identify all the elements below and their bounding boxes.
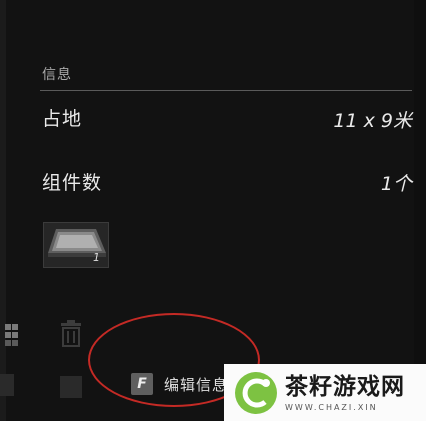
grid-view-icon[interactable] [0, 322, 18, 346]
item-count: 1 [93, 251, 100, 264]
dim-slot-icon [60, 376, 82, 398]
component-count-label: 组件数 [42, 172, 103, 194]
trash-icon[interactable] [58, 320, 84, 348]
edit-info-button[interactable]: 编辑信息 [164, 374, 228, 395]
key-hint-f: F [131, 373, 153, 395]
tea-seed-logo-icon [235, 371, 277, 414]
watermark-title: 茶籽游戏网 [285, 373, 405, 400]
watermark-url: WWW.CHAZI.XIN [285, 402, 378, 412]
section-divider [40, 90, 412, 91]
right-frame-edge [414, 0, 426, 421]
left-frame-edge [0, 0, 6, 421]
section-title-info: 信息 [42, 67, 72, 83]
footprint-label: 占地 [42, 108, 83, 130]
dim-slot-icon [0, 374, 14, 396]
component-count-value: 1个 [380, 173, 412, 195]
component-item-slot[interactable]: 1 [43, 222, 109, 268]
site-watermark: 茶籽游戏网 WWW.CHAZI.XIN [224, 364, 426, 421]
footprint-value: 11 x 9米 [333, 110, 412, 132]
